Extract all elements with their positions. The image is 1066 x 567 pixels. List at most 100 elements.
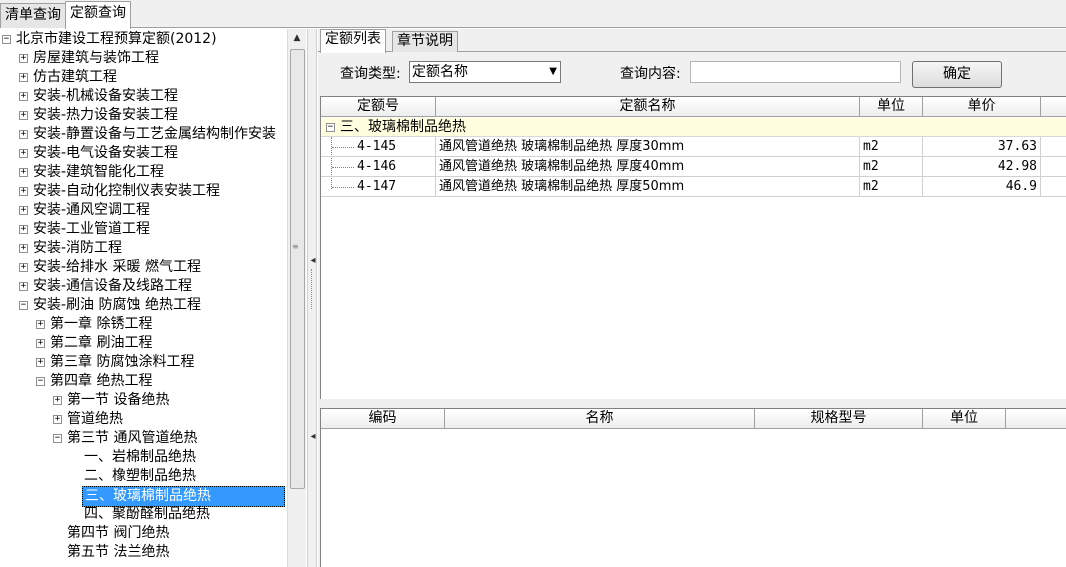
tree-item-label: 安装-工业管道工程 bbox=[33, 221, 151, 237]
tree-item[interactable]: + 房屋建筑与装饰工程 bbox=[0, 49, 287, 68]
tree-scrollbar[interactable]: ▲ ≡ bbox=[287, 29, 306, 567]
collapse-left-arrow-icon[interactable]: ◂ bbox=[309, 255, 317, 266]
top-tab-strip: 清单查询 定额查询 bbox=[0, 0, 1066, 29]
tree-item[interactable]: + 第三章 防腐蚀涂料工程 bbox=[0, 353, 287, 372]
tree-item[interactable]: − 第四章 绝热工程 bbox=[0, 372, 287, 391]
expand-icon[interactable]: + bbox=[53, 415, 62, 424]
cell-unit: m2 bbox=[860, 137, 923, 157]
expand-icon[interactable]: + bbox=[19, 263, 28, 272]
expand-icon[interactable]: + bbox=[19, 92, 28, 101]
table-row[interactable]: 4-145 通风管道绝热 玻璃棉制品绝热 厚度30mm m2 37.63 bbox=[321, 137, 1066, 157]
tree-item[interactable]: + 安装-消防工程 bbox=[0, 239, 287, 258]
cell-code: 4-147 bbox=[354, 177, 436, 197]
tree-item[interactable]: + 安装-建筑智能化工程 bbox=[0, 163, 287, 182]
col-header-name[interactable]: 定额名称 bbox=[436, 97, 860, 117]
scroll-up-arrow-icon[interactable]: ▲ bbox=[288, 29, 306, 47]
expand-icon[interactable]: + bbox=[19, 111, 28, 120]
expand-icon[interactable]: + bbox=[36, 320, 45, 329]
col-header-code[interactable]: 定额号 bbox=[321, 97, 436, 117]
cell-name: 通风管道绝热 玻璃棉制品绝热 厚度50mm bbox=[436, 177, 860, 197]
cell-code: 4-146 bbox=[354, 157, 436, 177]
tab-chapter-notes[interactable]: 章节说明 bbox=[392, 31, 458, 52]
collapse-icon[interactable]: − bbox=[36, 377, 45, 386]
tree-item[interactable]: + 安装-机械设备安装工程 bbox=[0, 87, 287, 106]
tree-item-label: 一、岩棉制品绝热 bbox=[84, 449, 196, 465]
expand-icon[interactable]: + bbox=[19, 54, 28, 63]
tab-quota-list[interactable]: 定额列表 bbox=[320, 29, 386, 53]
query-type-select[interactable]: 定额名称 ▼ bbox=[409, 61, 561, 83]
scroll-thumb[interactable] bbox=[290, 49, 305, 489]
col-header-material-code[interactable]: 编码 bbox=[321, 409, 445, 429]
material-table-header: 编码 名称 规格型号 单位 bbox=[321, 409, 1066, 429]
tree-item[interactable]: + 第一节 设备绝热 bbox=[0, 391, 287, 410]
group-row[interactable]: − 三、玻璃棉制品绝热 bbox=[321, 118, 1066, 137]
query-bar: 查询类型: 定额名称 ▼ 查询内容: 确定 bbox=[318, 53, 1066, 93]
tree-item-label: 三、玻璃棉制品绝热 bbox=[82, 486, 285, 507]
expand-icon[interactable]: + bbox=[19, 282, 28, 291]
tab-quota-query[interactable]: 定额查询 bbox=[65, 1, 131, 29]
expand-icon[interactable]: + bbox=[19, 187, 28, 196]
tree-item[interactable]: + 安装-工业管道工程 bbox=[0, 220, 287, 239]
col-header-spec[interactable]: 规格型号 bbox=[755, 409, 923, 429]
tree-item[interactable]: + 安装-给排水 采暖 燃气工程 bbox=[0, 258, 287, 277]
expand-icon[interactable]: + bbox=[19, 130, 28, 139]
tree-item[interactable]: + 第一章 除锈工程 bbox=[0, 315, 287, 334]
tree-item[interactable]: 三、玻璃棉制品绝热 bbox=[0, 486, 287, 507]
collapse-icon[interactable]: − bbox=[53, 434, 62, 443]
tree-item[interactable]: 第五节 法兰绝热 bbox=[0, 543, 287, 562]
tree-item[interactable]: 一、岩棉制品绝热 bbox=[0, 448, 287, 467]
tab-bill-query[interactable]: 清单查询 bbox=[0, 3, 66, 28]
expand-icon[interactable]: + bbox=[19, 168, 28, 177]
cell-price: 42.98 bbox=[923, 157, 1041, 177]
col-header-material-name[interactable]: 名称 bbox=[445, 409, 755, 429]
tree-item-label: 安装-通信设备及线路工程 bbox=[33, 278, 193, 294]
query-content-label: 查询内容: bbox=[620, 66, 681, 82]
tree-item-label: 第三章 防腐蚀涂料工程 bbox=[50, 354, 195, 370]
expand-icon[interactable]: + bbox=[19, 149, 28, 158]
tree-item[interactable]: + 管道绝热 bbox=[0, 410, 287, 429]
tree-item-label: 安装-消防工程 bbox=[33, 240, 123, 256]
tree-item[interactable]: + 第二章 刷油工程 bbox=[0, 334, 287, 353]
tree-item[interactable]: − 安装-刷油 防腐蚀 绝热工程 bbox=[0, 296, 287, 315]
panel-splitter[interactable]: ◂ ◂ bbox=[307, 29, 317, 567]
expand-icon[interactable]: + bbox=[53, 396, 62, 405]
tree-item-label: 安装-通风空调工程 bbox=[33, 202, 151, 218]
expand-icon[interactable]: + bbox=[19, 225, 28, 234]
col-header-material-unit[interactable]: 单位 bbox=[923, 409, 1006, 429]
tree-item[interactable]: 二、橡塑制品绝热 bbox=[0, 467, 287, 486]
col-header-unit[interactable]: 单位 bbox=[860, 97, 923, 117]
collapse-left-arrow-icon-2[interactable]: ◂ bbox=[309, 431, 317, 442]
expand-icon[interactable]: + bbox=[36, 339, 45, 348]
col-header-price[interactable]: 单价 bbox=[923, 97, 1041, 117]
confirm-button[interactable]: 确定 bbox=[912, 61, 1002, 88]
tree-item-label: 二、橡塑制品绝热 bbox=[84, 468, 196, 484]
splitter-grip bbox=[311, 269, 314, 309]
collapse-icon[interactable]: − bbox=[19, 301, 28, 310]
tree-item[interactable]: + 安装-电气设备安装工程 bbox=[0, 144, 287, 163]
cell-price: 37.63 bbox=[923, 137, 1041, 157]
tree-item[interactable]: + 安装-自动化控制仪表安装工程 bbox=[0, 182, 287, 201]
chevron-down-icon[interactable]: ▼ bbox=[549, 62, 557, 82]
expand-icon[interactable]: + bbox=[19, 244, 28, 253]
tree-item[interactable]: + 仿古建筑工程 bbox=[0, 68, 287, 87]
material-table: 编码 名称 规格型号 单位 bbox=[320, 408, 1066, 567]
tree-item[interactable]: − 第三节 通风管道绝热 bbox=[0, 429, 287, 448]
query-content-input[interactable] bbox=[690, 61, 901, 83]
tree-item[interactable]: + 安装-通信设备及线路工程 bbox=[0, 277, 287, 296]
cell-unit: m2 bbox=[860, 157, 923, 177]
expand-icon[interactable]: + bbox=[36, 358, 45, 367]
tree-item[interactable]: + 安装-通风空调工程 bbox=[0, 201, 287, 220]
expand-icon[interactable]: + bbox=[19, 206, 28, 215]
quota-table: 定额号 定额名称 单位 单价 − 三、玻璃棉制品绝热 4-145 通风管道绝热 … bbox=[320, 96, 1066, 399]
collapse-icon[interactable]: − bbox=[2, 35, 11, 44]
expand-icon[interactable]: + bbox=[19, 73, 28, 82]
collapse-icon[interactable]: − bbox=[326, 123, 335, 132]
table-row[interactable]: 4-147 通风管道绝热 玻璃棉制品绝热 厚度50mm m2 46.9 bbox=[321, 177, 1066, 197]
tree-item[interactable]: + 安装-静置设备与工艺金属结构制作安装 bbox=[0, 125, 287, 144]
cell-price: 46.9 bbox=[923, 177, 1041, 197]
tree-item[interactable]: 第四节 阀门绝热 bbox=[0, 524, 287, 543]
tree-item[interactable]: − 北京市建设工程预算定额(2012) bbox=[0, 30, 287, 49]
table-row[interactable]: 4-146 通风管道绝热 玻璃棉制品绝热 厚度40mm m2 42.98 bbox=[321, 157, 1066, 177]
tree-item[interactable]: 四、聚酚醛制品绝热 bbox=[0, 505, 287, 524]
tree-item[interactable]: + 安装-热力设备安装工程 bbox=[0, 106, 287, 125]
